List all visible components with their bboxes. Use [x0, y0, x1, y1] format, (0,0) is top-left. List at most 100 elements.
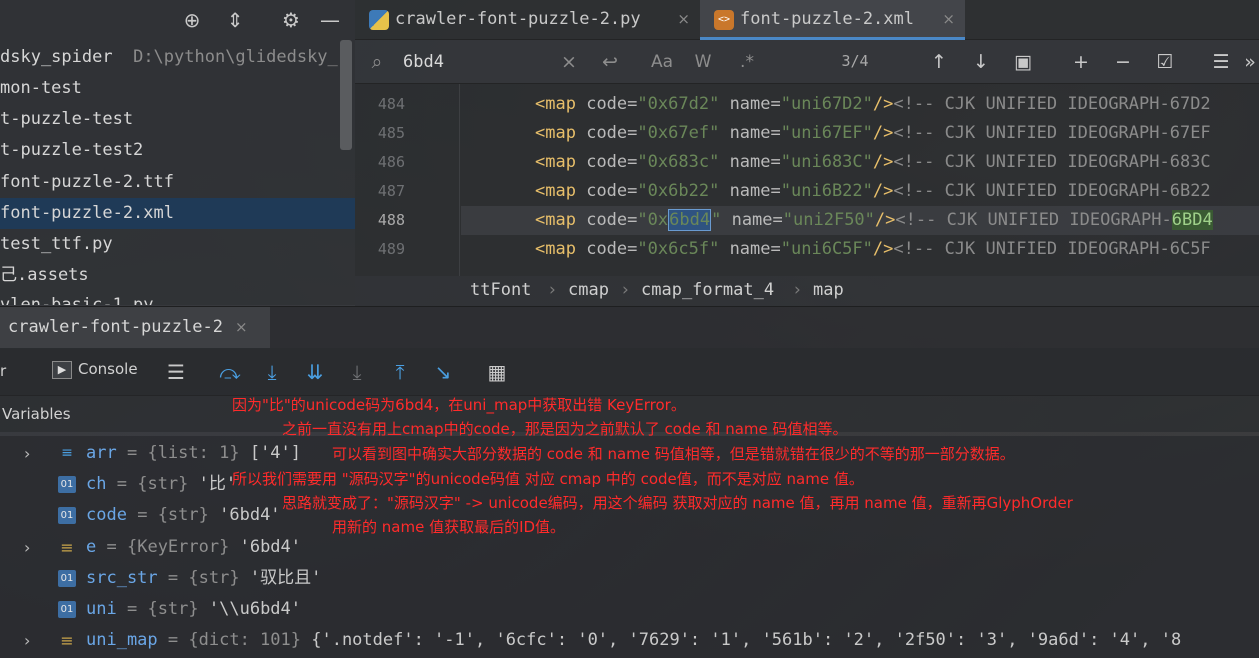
expand-arrow-icon[interactable]: › [24, 532, 30, 563]
tag-close: /> [872, 94, 894, 114]
variable-type: {str} [157, 505, 209, 525]
variable-name: uni [86, 599, 117, 619]
arrow-up-icon[interactable]: ↑ [927, 49, 951, 75]
regex-toggle[interactable]: .* [735, 49, 759, 75]
filter-icon[interactable]: ☰ [1207, 49, 1235, 75]
tab-font-xml[interactable]: <> font-puzzle-2.xml × [700, 0, 965, 40]
tree-item[interactable]: font-puzzle-2.ttf [0, 167, 340, 198]
expand-arrow-icon[interactable]: › [24, 625, 30, 656]
tag-open: <map [535, 239, 576, 259]
debug-run-tab[interactable]: crawler-font-puzzle-2 × [0, 307, 270, 349]
collapse-icon[interactable]: ⇕ [223, 8, 247, 32]
attr-name: name= [729, 181, 781, 201]
run-to-cursor-icon[interactable]: ↘ [431, 360, 455, 384]
step-over-icon[interactable]: ⤓ [260, 360, 284, 384]
attr-code: code= [586, 94, 638, 114]
select-all-occurrences-icon[interactable]: ☑ [1151, 49, 1179, 75]
console-tab[interactable]: ▶ Console [52, 360, 138, 379]
minimize-icon[interactable]: — [318, 8, 342, 32]
name-value: uni6B22 [791, 181, 863, 201]
variable-row[interactable]: › ≡ e = {KeyError} '6bd4' [0, 532, 1259, 563]
annotation-text: 之前一直没有用上cmap中的code，那是因为之前默认了 code 和 name… [282, 420, 848, 438]
attr-name: name= [729, 123, 781, 143]
list-icon: ≡ [61, 445, 73, 461]
python-file-icon [369, 10, 389, 30]
tag-close: /> [872, 239, 894, 259]
attr-name: name= [729, 239, 781, 259]
step-into-icon[interactable]: ⇊ [303, 360, 327, 384]
tree-item-root[interactable]: dsky_spider D:\python\glidedsky_ [0, 42, 340, 73]
remove-occurrence-icon[interactable]: − [1109, 49, 1137, 75]
crosshair-icon[interactable]: ⊕ [180, 8, 204, 32]
breadcrumb-item[interactable]: map [813, 276, 844, 304]
search-icon[interactable]: ⌕ [363, 49, 391, 75]
object-icon: ≡ [60, 631, 74, 650]
clear-icon[interactable]: × [557, 49, 581, 75]
annotation-text: 可以看到图中确实大部分数据的 code 和 name 码值相等，但是错就错在很少… [332, 445, 1015, 463]
code-line: <map code="0x67ef" name="uni67EF"/><!-- … [535, 123, 1211, 143]
tree-item[interactable]: vlen-basic-1.py [0, 291, 340, 305]
select-all-icon[interactable]: ▣ [1011, 49, 1035, 75]
close-icon[interactable]: × [235, 318, 248, 336]
step-out-icon[interactable]: ⤒ [388, 360, 412, 384]
variable-value: '驭比且' [249, 568, 322, 588]
tag-open: <map [535, 181, 576, 201]
tag-close: /> [872, 123, 894, 143]
code-editor[interactable]: 484 485 486 487 488 489 <map code="0x67d… [355, 84, 1259, 276]
breadcrumb-item[interactable]: cmap_format_4 [641, 276, 774, 304]
chevron-right-icon: › [549, 280, 556, 300]
variable-type: {str} [188, 568, 240, 588]
variable-row[interactable]: › ≡ uni_map = {dict: 101} {'.notdef': '-… [0, 625, 1259, 656]
code-value: 0x67d2 [647, 94, 710, 114]
frames-tab[interactable]: r [0, 362, 6, 380]
tree-item[interactable]: mon-test [0, 73, 340, 104]
expand-arrow-icon[interactable]: › [24, 438, 30, 469]
tree-item[interactable]: test_ttf.py [0, 229, 340, 260]
tree-item-label: test_ttf.py [0, 234, 113, 254]
tree-item[interactable]: 己.assets [0, 260, 340, 291]
close-icon[interactable]: × [942, 0, 955, 38]
breadcrumb-item[interactable]: cmap [568, 276, 609, 304]
find-bar: ⌕ × ↩ Aa W .* 3/4 ↑ ↓ ▣ + − ☑ ☰ » [355, 40, 1259, 84]
evaluate-expression-icon[interactable]: ▦ [485, 360, 509, 384]
name-value: uni67D2 [791, 94, 863, 114]
tree-item[interactable]: t-puzzle-test2 [0, 135, 340, 166]
tab-crawler-py[interactable]: crawler-font-puzzle-2.py × [355, 0, 700, 40]
variable-value: '比' [198, 474, 237, 494]
variable-name: src_str [86, 568, 158, 588]
history-icon[interactable]: ↩ [598, 49, 622, 75]
project-scrollbar[interactable] [340, 40, 352, 150]
variable-row[interactable]: 01 src_str = {str} '驭比且' [0, 563, 1259, 594]
tree-item-label: t-puzzle-test [0, 109, 134, 129]
attr-code: code= [586, 239, 638, 259]
menu-icon[interactable]: ☰ [164, 360, 188, 384]
tag-open: <map [535, 123, 576, 143]
line-number: 488 [377, 211, 405, 229]
tree-item[interactable]: t-puzzle-test [0, 104, 340, 135]
arrow-down-icon[interactable]: ↓ [969, 49, 993, 75]
variable-name: uni_map [86, 630, 158, 650]
project-panel: ⊕ ⇕ ⚙ — dsky_spider D:\python\glidedsky_… [0, 0, 355, 305]
variable-type: {str} [147, 599, 199, 619]
line-number: 486 [377, 153, 405, 171]
step-into-my-code-icon[interactable]: ⤓ [345, 360, 369, 384]
whole-word-toggle[interactable]: W [691, 49, 715, 75]
breadcrumb-item[interactable]: ttFont [470, 276, 531, 304]
add-occurrence-icon[interactable]: + [1067, 49, 1095, 75]
editor-tabs: crawler-font-puzzle-2.py × <> font-puzzl… [355, 0, 1259, 40]
code-value: 0x6c5f [647, 239, 710, 259]
close-icon[interactable]: × [677, 0, 690, 38]
match-case-toggle[interactable]: Aa [647, 49, 677, 75]
object-icon: ≡ [60, 538, 74, 557]
annotation-text: 思路就变成了："源码汉字" -> unicode编码，用这个编码 获取对应的 n… [282, 494, 1073, 512]
console-label: Console [78, 360, 138, 378]
gear-icon[interactable]: ⚙ [279, 8, 303, 32]
tree-item-selected[interactable]: font-puzzle-2.xml [0, 198, 355, 229]
variable-row[interactable]: 01 uni = {str} '\\u6bd4' [0, 594, 1259, 625]
more-icon[interactable]: » [1241, 49, 1259, 75]
line-number: 489 [377, 240, 405, 258]
show-execution-point-icon[interactable]: ⤼ [218, 360, 242, 384]
str-icon: 01 [58, 507, 76, 524]
variable-name: e [86, 537, 97, 557]
variable-value: '6bd4' [239, 537, 302, 557]
